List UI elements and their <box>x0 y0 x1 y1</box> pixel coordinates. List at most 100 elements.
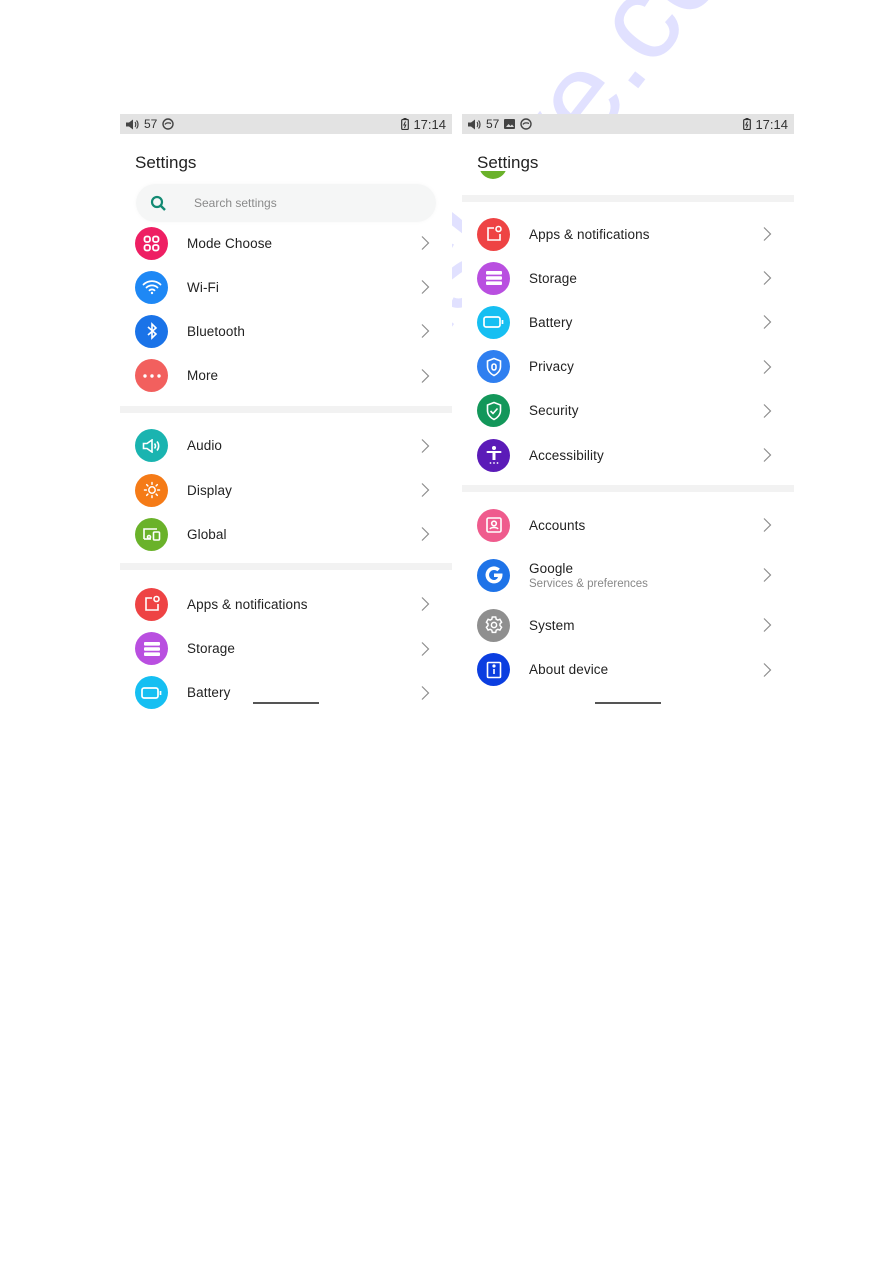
image-icon <box>504 119 516 129</box>
item-label: System <box>529 617 575 633</box>
chevron-right-icon <box>421 438 430 453</box>
item-label: Google <box>529 560 574 576</box>
settings-item-apps-and-notifications[interactable]: Apps & notifications <box>462 212 794 256</box>
scrolled-item-icon-peek <box>479 171 507 179</box>
item-label: More <box>187 368 219 384</box>
item-text: More <box>187 368 452 383</box>
item-label: Wi-Fi <box>187 279 219 295</box>
item-label: Mode Choose <box>187 235 273 251</box>
settings-item-bluetooth[interactable]: Bluetooth <box>120 309 452 353</box>
item-label: Bluetooth <box>187 323 245 339</box>
volume-icon <box>468 119 481 130</box>
item-text: Battery <box>187 685 452 700</box>
chevron-right-icon <box>421 324 430 339</box>
wifi-icon <box>135 270 168 304</box>
settings-screen-left: 57 17:14 Settings Mode Choose Wi-Fi Blueto… <box>120 114 452 710</box>
chevron-right-icon <box>763 568 772 583</box>
apps-notification-icon <box>477 217 510 251</box>
chevron-right-icon <box>421 685 430 700</box>
chevron-right-icon <box>763 448 772 463</box>
search-bar[interactable] <box>136 184 436 222</box>
clock: 17:14 <box>413 116 446 132</box>
devices-icon <box>135 517 168 551</box>
settings-item-google[interactable]: Google Services & preferences <box>462 547 794 603</box>
item-text: Global <box>187 527 452 542</box>
settings-item-storage[interactable]: Storage <box>120 627 452 671</box>
item-label: Battery <box>529 314 573 330</box>
settings-item-battery[interactable]: Battery <box>462 300 794 344</box>
clock: 17:14 <box>755 116 788 132</box>
settings-item-accounts[interactable]: Accounts <box>462 503 794 547</box>
settings-item-about-device[interactable]: About device <box>462 648 794 692</box>
item-label: Storage <box>187 641 235 657</box>
home-indicator[interactable] <box>253 702 319 704</box>
battery-icon <box>477 305 510 339</box>
chevron-right-icon <box>763 271 772 286</box>
chevron-right-icon <box>421 368 430 383</box>
chevron-right-icon <box>763 315 772 330</box>
chevron-right-icon <box>421 236 430 251</box>
settings-group-connectivity: Mode Choose Wi-Fi Bluetooth More <box>120 221 452 398</box>
settings-group-apps: Apps & notifications Storage Battery <box>120 582 452 710</box>
settings-item-battery[interactable]: Battery <box>120 671 452 710</box>
item-label: Audio <box>187 438 223 454</box>
chevron-right-icon <box>421 280 430 295</box>
home-indicator[interactable] <box>595 702 661 704</box>
item-text: Google Services & preferences <box>529 561 794 590</box>
search-icon <box>150 195 170 212</box>
chevron-right-icon <box>763 227 772 242</box>
search-input[interactable] <box>192 195 396 211</box>
settings-item-audio[interactable]: Audio <box>120 424 452 468</box>
item-text: Mode Choose <box>187 236 452 251</box>
settings-item-global[interactable]: Global <box>120 512 452 556</box>
section-divider <box>120 405 452 413</box>
page-title: Settings <box>477 153 539 172</box>
privacy-shield-icon <box>477 350 510 384</box>
brightness-icon <box>135 473 168 507</box>
item-text: Audio <box>187 438 452 453</box>
item-text: About device <box>529 662 794 677</box>
settings-group-device: Audio Display Global <box>120 424 452 557</box>
google-icon <box>477 558 510 592</box>
item-label: Display <box>187 482 232 498</box>
settings-item-security[interactable]: Security <box>462 389 794 433</box>
chevron-right-icon <box>763 403 772 418</box>
volume-icon <box>126 119 139 130</box>
settings-item-wi-fi[interactable]: Wi-Fi <box>120 265 452 309</box>
battery-icon <box>135 676 168 710</box>
no-disturb-icon <box>162 118 175 130</box>
settings-item-apps-and-notifications[interactable]: Apps & notifications <box>120 582 452 626</box>
item-text: Display <box>187 483 452 498</box>
chevron-right-icon <box>763 618 772 633</box>
settings-item-system[interactable]: System <box>462 603 794 647</box>
settings-group-accounts: Accounts Google Services & preferences Syst… <box>462 503 794 692</box>
item-label: Battery <box>187 685 231 701</box>
chevron-right-icon <box>421 527 430 542</box>
status-bar: 57 17:14 <box>120 114 452 134</box>
settings-item-accessibility[interactable]: Accessibility <box>462 433 794 477</box>
settings-item-privacy[interactable]: Privacy <box>462 345 794 389</box>
status-bar: 57 17:14 <box>462 114 794 134</box>
settings-item-display[interactable]: Display <box>120 468 452 512</box>
item-text: Storage <box>187 641 452 656</box>
item-text: Accounts <box>529 518 794 533</box>
settings-item-mode-choose[interactable]: Mode Choose <box>120 221 452 265</box>
section-divider <box>120 563 452 571</box>
item-text: System <box>529 618 794 633</box>
item-text: Apps & notifications <box>187 597 452 612</box>
storage-icon <box>477 261 510 295</box>
item-text: Storage <box>529 271 794 286</box>
item-label: Apps & notifications <box>529 226 650 242</box>
chevron-right-icon <box>421 597 430 612</box>
grid-icon <box>135 226 168 260</box>
chevron-right-icon <box>763 359 772 374</box>
settings-screen-right: 57 17:14 Settings Apps & notifications St… <box>462 114 794 710</box>
item-label: Security <box>529 403 579 419</box>
item-text: Bluetooth <box>187 324 452 339</box>
settings-item-storage[interactable]: Storage <box>462 256 794 300</box>
bluetooth-icon <box>135 314 168 348</box>
item-sublabel: Services & preferences <box>529 577 648 590</box>
settings-item-more[interactable]: More <box>120 354 452 398</box>
info-icon <box>477 653 510 687</box>
more-dots-icon <box>135 359 168 393</box>
